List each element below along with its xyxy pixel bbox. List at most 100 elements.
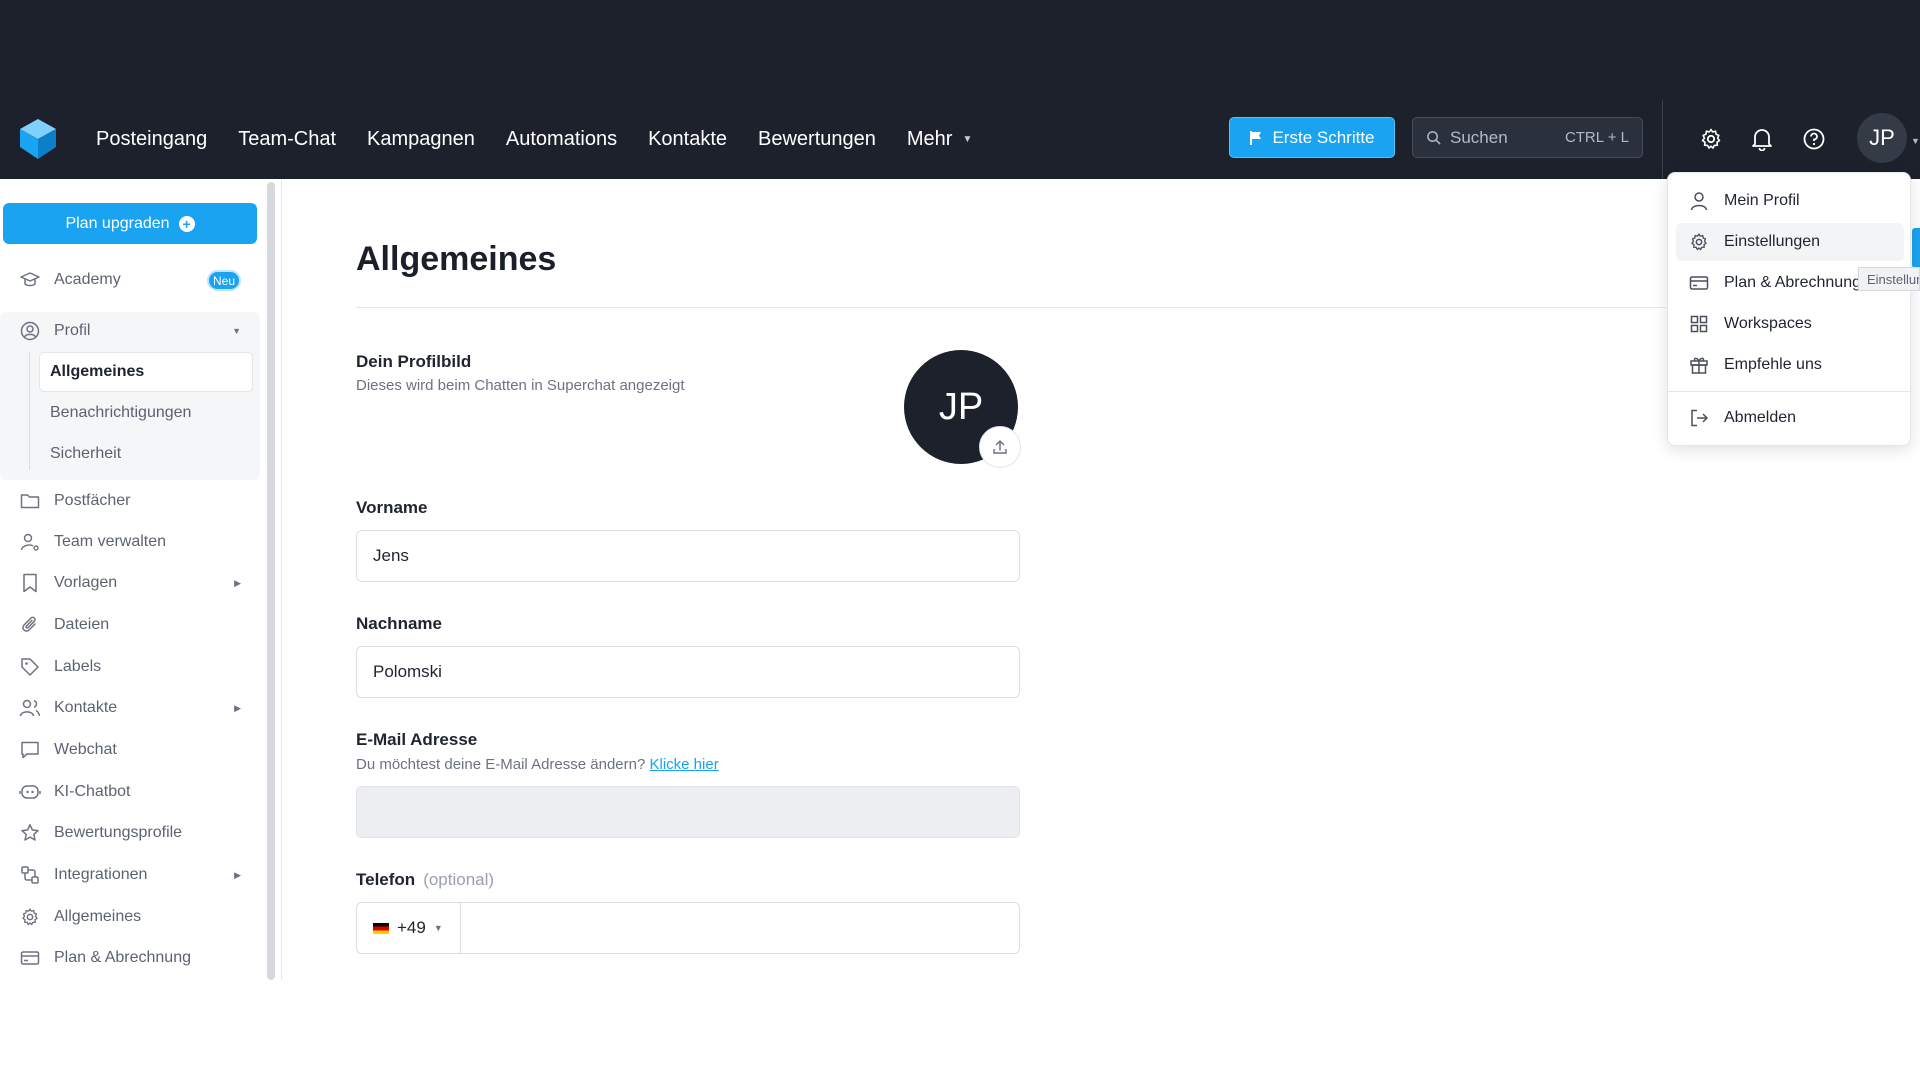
sidebar-item-label: Academy <box>54 271 121 288</box>
sidebar-item-vorlagen[interactable]: Vorlagen ▶ <box>19 569 244 597</box>
telefon-label: Telefon (optional) <box>356 870 494 890</box>
sidebar-item-labels[interactable]: Labels <box>19 653 244 681</box>
tooltip: Einstellungen <box>1858 267 1920 291</box>
upload-avatar-button[interactable] <box>979 426 1021 468</box>
chevron-down-icon: ▼ <box>962 134 973 145</box>
email-input[interactable] <box>356 786 1020 838</box>
email-label: E-Mail Adresse <box>356 730 478 749</box>
nav-bewertungen[interactable]: Bewertungen <box>758 128 876 151</box>
menu-item-label: Workspaces <box>1724 315 1812 332</box>
menu-item-abmelden[interactable]: Abmelden <box>1676 399 1904 437</box>
plan-upgraden-button[interactable]: Plan upgraden + <box>3 203 257 244</box>
menu-item-einstellungen[interactable]: Einstellungen <box>1676 223 1904 261</box>
nav-posteingang[interactable]: Posteingang <box>96 128 207 151</box>
credit-card-icon <box>19 947 41 969</box>
country-code-select[interactable]: +49 ▼ <box>357 903 461 953</box>
menu-item-label: Einstellungen <box>1724 233 1821 250</box>
sidebar-sub-sicherheit[interactable]: Sicherheit <box>50 440 121 468</box>
folder-icon <box>19 490 41 512</box>
grid-icon <box>1688 313 1710 335</box>
integration-icon <box>19 864 41 886</box>
sidebar-item-dateien[interactable]: Dateien <box>19 611 244 639</box>
sidebar-item-plan-abrechnung[interactable]: Plan & Abrechnung <box>19 944 244 972</box>
menu-item-mein-profil[interactable]: Mein Profil <box>1676 182 1904 220</box>
user-circle-icon <box>19 320 41 342</box>
sidebar-item-ki-chatbot[interactable]: KI-Chatbot <box>19 778 244 806</box>
sidebar-item-label: Labels <box>54 658 102 675</box>
sidebar-item-label: Plan & Abrechnung <box>54 949 191 966</box>
credit-card-icon <box>1688 272 1710 294</box>
plus-circle-icon: + <box>178 215 195 232</box>
chevron-down-icon: ▼ <box>232 326 241 336</box>
user-icon <box>1688 190 1710 212</box>
sidebar-sub-benachrichtigungen[interactable]: Benachrichtigungen <box>50 399 191 427</box>
sidebar-item-allgemeines[interactable]: Allgemeines <box>19 903 244 931</box>
sidebar-item-label: Profil <box>54 322 91 339</box>
germany-flag-icon <box>373 922 389 934</box>
menu-item-label: Mein Profil <box>1724 192 1800 209</box>
bell-icon[interactable] <box>1749 126 1775 152</box>
telefon-input[interactable] <box>461 903 1019 953</box>
vorname-label: Vorname <box>356 498 428 517</box>
menu-item-workspaces[interactable]: Workspaces <box>1676 305 1904 343</box>
change-email-link[interactable]: Klicke hier <box>650 756 719 773</box>
chevron-down-icon: ▼ <box>433 923 443 933</box>
telefon-label-text: Telefon <box>356 870 416 889</box>
sidebar-item-bewertungsprofile[interactable]: Bewertungsprofile <box>19 819 244 847</box>
sidebar-item-webchat[interactable]: Webchat <box>19 736 244 764</box>
erste-schritte-label: Erste Schritte <box>1272 127 1375 147</box>
superchat-logo[interactable] <box>18 117 58 161</box>
sidebar-item-label: Bewertungsprofile <box>54 824 183 841</box>
search-input[interactable]: Suchen CTRL + L <box>1412 117 1643 158</box>
nav-divider <box>1662 100 1663 179</box>
star-icon <box>19 822 41 844</box>
top-band <box>0 0 1920 100</box>
flag-icon <box>1250 130 1262 145</box>
submenu-line <box>29 352 30 470</box>
sidebar-item-label: Vorlagen <box>54 574 118 591</box>
edge-accent <box>1912 228 1920 268</box>
profilbild-label: Dein Profilbild <box>356 352 472 371</box>
nav-mehr[interactable]: Mehr ▼ <box>907 128 972 151</box>
sidebar-item-postfaecher[interactable]: Postfächer <box>19 487 244 515</box>
sidebar-sub-allgemeines[interactable]: Allgemeines <box>50 358 144 386</box>
nav-automations[interactable]: Automations <box>506 128 617 151</box>
gear-icon[interactable] <box>1698 126 1724 152</box>
top-navbar: Posteingang Team-Chat Kampagnen Automati… <box>0 100 1920 179</box>
menu-item-label: Abmelden <box>1724 409 1797 426</box>
sidebar-item-label: Allgemeines <box>54 908 142 925</box>
sidebar-scrollbar[interactable] <box>267 182 275 980</box>
sidebar-item-team-verwalten[interactable]: Team verwalten <box>19 528 244 556</box>
sidebar-item-profil[interactable]: Profil ▼ <box>19 317 244 345</box>
sidebar-item-integrationen[interactable]: Integrationen ▶ <box>19 861 244 889</box>
sidebar-item-label: Team verwalten <box>54 533 167 550</box>
sidebar-item-label: Integrationen <box>54 866 148 883</box>
chat-bubble-icon <box>19 739 41 761</box>
nav-mehr-label: Mehr <box>906 128 953 150</box>
bookmark-icon <box>19 572 41 594</box>
user-avatar-button[interactable]: JP <box>1857 113 1907 163</box>
nav-kampagnen[interactable]: Kampagnen <box>367 128 475 151</box>
search-icon <box>1427 131 1441 145</box>
nav-team-chat[interactable]: Team-Chat <box>238 128 336 151</box>
page-title: Allgemeines <box>356 240 557 278</box>
user-dropdown-menu: Mein Profil Einstellungen Plan & Abrechn… <box>1667 172 1911 446</box>
nachname-value: Polomski <box>373 662 442 681</box>
logout-icon <box>1688 407 1710 429</box>
erste-schritte-button[interactable]: Erste Schritte <box>1229 117 1395 158</box>
sidebar-item-label: Dateien <box>54 616 110 633</box>
search-shortcut: CTRL + L <box>1564 129 1629 146</box>
nav-kontakte[interactable]: Kontakte <box>648 128 727 151</box>
chevron-down-icon: ▼ <box>1911 136 1920 146</box>
neu-badge: Neu <box>207 270 241 291</box>
telefon-input-group: +49 ▼ <box>356 902 1020 954</box>
tag-icon <box>19 656 41 678</box>
sidebar-item-kontakte[interactable]: Kontakte ▶ <box>19 694 244 722</box>
vorname-input[interactable]: Jens <box>356 530 1020 582</box>
telefon-optional: (optional) <box>423 870 495 889</box>
help-icon[interactable] <box>1801 126 1827 152</box>
user-settings-icon <box>19 531 41 553</box>
plan-upgraden-label: Plan upgraden <box>65 214 170 232</box>
nachname-input[interactable]: Polomski <box>356 646 1020 698</box>
menu-item-empfehle-uns[interactable]: Empfehle uns <box>1676 346 1904 384</box>
